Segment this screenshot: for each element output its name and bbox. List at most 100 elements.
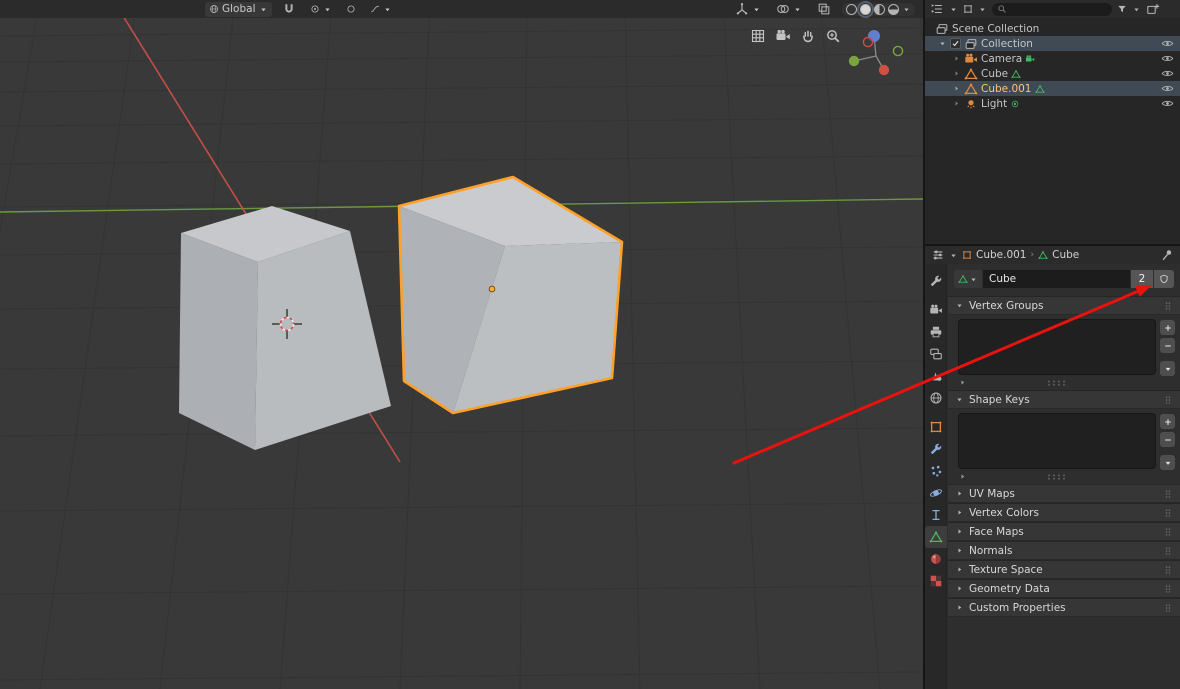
remove-shape-key-button[interactable] bbox=[1160, 432, 1175, 447]
new-collection-icon[interactable] bbox=[1146, 2, 1160, 16]
gizmo-y-axis-ball[interactable] bbox=[848, 55, 860, 67]
expand-caret-icon[interactable] bbox=[952, 84, 961, 93]
list-filter-caret-icon[interactable] bbox=[958, 472, 967, 481]
scene-collection-label[interactable]: Scene Collection bbox=[952, 23, 1039, 35]
search-input[interactable] bbox=[1010, 2, 1084, 16]
panel-header-shape-keys[interactable]: Shape Keys bbox=[948, 390, 1180, 409]
panel-header-geometry-data[interactable]: Geometry Data bbox=[948, 579, 1180, 598]
outliner-row-cube-001[interactable]: Cube.001 bbox=[925, 81, 1180, 96]
gizmo-x-neg-ball[interactable] bbox=[862, 36, 874, 48]
browse-mesh-dropdown[interactable] bbox=[954, 270, 982, 288]
list-filter-caret-icon[interactable] bbox=[958, 378, 967, 387]
chevron-down-icon[interactable] bbox=[1132, 5, 1141, 14]
zoom-view-button[interactable] bbox=[823, 26, 843, 46]
vertex-group-specials-menu[interactable] bbox=[1160, 361, 1175, 376]
collection-label[interactable]: Collection bbox=[981, 38, 1033, 50]
add-vertex-group-button[interactable] bbox=[1160, 320, 1175, 335]
shape-keys-list[interactable] bbox=[958, 413, 1156, 469]
outliner-row-collection[interactable]: Collection bbox=[925, 36, 1180, 51]
outliner-search-box[interactable] bbox=[992, 2, 1112, 16]
shading-solid-button[interactable] bbox=[857, 0, 874, 18]
tab-render[interactable] bbox=[925, 299, 947, 321]
gizmos-dropdown[interactable] bbox=[731, 2, 765, 17]
fake-user-button[interactable] bbox=[1154, 270, 1174, 288]
tab-view-layer[interactable] bbox=[925, 343, 947, 365]
cube-001-object[interactable] bbox=[397, 175, 624, 415]
object-name[interactable]: Camera bbox=[981, 53, 1022, 65]
navigation-gizmo[interactable] bbox=[841, 24, 911, 86]
tab-constraints[interactable] bbox=[925, 504, 947, 526]
list-resize-grip-icon[interactable] bbox=[1045, 473, 1069, 481]
panel-header-vertex-colors[interactable]: Vertex Colors bbox=[948, 503, 1180, 522]
tab-tool[interactable] bbox=[925, 270, 947, 292]
chevron-down-icon[interactable] bbox=[978, 5, 987, 14]
overlays-dropdown[interactable] bbox=[772, 2, 806, 17]
transform-orientation-dropdown[interactable]: Global bbox=[205, 1, 272, 17]
pin-icon[interactable] bbox=[1160, 248, 1174, 262]
panel-drag-dots-icon[interactable] bbox=[1163, 395, 1173, 405]
tab-world[interactable] bbox=[925, 387, 947, 409]
cube-object[interactable] bbox=[179, 206, 391, 450]
expand-caret-icon[interactable] bbox=[952, 99, 961, 108]
users-count-badge[interactable]: 2 bbox=[1131, 270, 1153, 288]
panel-header-uv-maps[interactable]: UV Maps bbox=[948, 484, 1180, 503]
shape-key-specials-menu[interactable] bbox=[1160, 455, 1175, 470]
panel-drag-dots-icon[interactable] bbox=[1163, 584, 1173, 594]
chevron-down-icon[interactable] bbox=[949, 251, 958, 260]
list-resize-grip-icon[interactable] bbox=[1045, 379, 1069, 387]
properties-editor-type-icon[interactable] bbox=[931, 248, 945, 262]
panel-drag-dots-icon[interactable] bbox=[1163, 527, 1173, 537]
tab-particles[interactable] bbox=[925, 460, 947, 482]
expand-caret-icon[interactable] bbox=[952, 69, 961, 78]
outliner-editor-type-icon[interactable] bbox=[930, 2, 944, 16]
shading-rendered-button[interactable] bbox=[888, 3, 899, 15]
active-object-name[interactable]: Cube.001 bbox=[981, 83, 1032, 95]
proportional-editing-toggle[interactable] bbox=[342, 2, 360, 17]
hide-eye-icon[interactable] bbox=[1161, 82, 1174, 95]
panel-header-normals[interactable]: Normals bbox=[948, 541, 1180, 560]
panel-header-custom-properties[interactable]: Custom Properties bbox=[948, 598, 1180, 617]
panel-drag-dots-icon[interactable] bbox=[1163, 508, 1173, 518]
panel-header-texture-space[interactable]: Texture Space bbox=[948, 560, 1180, 579]
hide-eye-icon[interactable] bbox=[1161, 67, 1174, 80]
tab-object[interactable] bbox=[925, 416, 947, 438]
gizmo-y-neg-ball[interactable] bbox=[892, 45, 904, 57]
gizmo-x-axis-ball[interactable] bbox=[878, 64, 890, 76]
3d-viewport[interactable]: Global bbox=[0, 0, 923, 689]
shading-material-button[interactable] bbox=[874, 3, 885, 15]
add-shape-key-button[interactable] bbox=[1160, 414, 1175, 429]
panel-drag-dots-icon[interactable] bbox=[1163, 603, 1173, 613]
tab-modifiers[interactable] bbox=[925, 438, 947, 460]
remove-vertex-group-button[interactable] bbox=[1160, 338, 1175, 353]
outliner-row-camera[interactable]: Camera bbox=[925, 51, 1180, 66]
hide-eye-icon[interactable] bbox=[1161, 97, 1174, 110]
object-name[interactable]: Cube bbox=[981, 68, 1008, 80]
xray-toggle[interactable] bbox=[813, 2, 835, 17]
datablock-name-field[interactable] bbox=[983, 270, 1130, 288]
hide-eye-icon[interactable] bbox=[1161, 37, 1174, 50]
outliner-row-scene-collection[interactable]: Scene Collection bbox=[925, 21, 1180, 36]
breadcrumb-object[interactable]: Cube.001 bbox=[976, 249, 1027, 261]
object-name[interactable]: Light bbox=[981, 98, 1007, 110]
orthographic-grid-button[interactable] bbox=[748, 26, 768, 46]
tab-output[interactable] bbox=[925, 321, 947, 343]
proportional-falloff-dropdown[interactable] bbox=[366, 2, 396, 17]
tab-physics[interactable] bbox=[925, 482, 947, 504]
outliner-row-light[interactable]: Light bbox=[925, 96, 1180, 111]
tab-scene[interactable] bbox=[925, 365, 947, 387]
display-mode-icon[interactable] bbox=[963, 4, 973, 14]
collection-checkbox[interactable] bbox=[950, 38, 961, 49]
panel-drag-dots-icon[interactable] bbox=[1163, 301, 1173, 311]
collapse-caret-icon[interactable] bbox=[938, 39, 947, 48]
tab-texture[interactable] bbox=[925, 570, 947, 592]
snap-settings-dropdown[interactable] bbox=[306, 2, 336, 17]
filter-icon[interactable] bbox=[1117, 4, 1127, 14]
panel-drag-dots-icon[interactable] bbox=[1163, 489, 1173, 499]
tab-material[interactable] bbox=[925, 548, 947, 570]
expand-caret-icon[interactable] bbox=[952, 54, 961, 63]
hide-eye-icon[interactable] bbox=[1161, 52, 1174, 65]
snap-toggle-button[interactable] bbox=[278, 2, 300, 17]
shading-wireframe-button[interactable] bbox=[846, 3, 857, 15]
chevron-down-icon[interactable] bbox=[949, 5, 958, 14]
vertex-groups-list[interactable] bbox=[958, 319, 1156, 375]
